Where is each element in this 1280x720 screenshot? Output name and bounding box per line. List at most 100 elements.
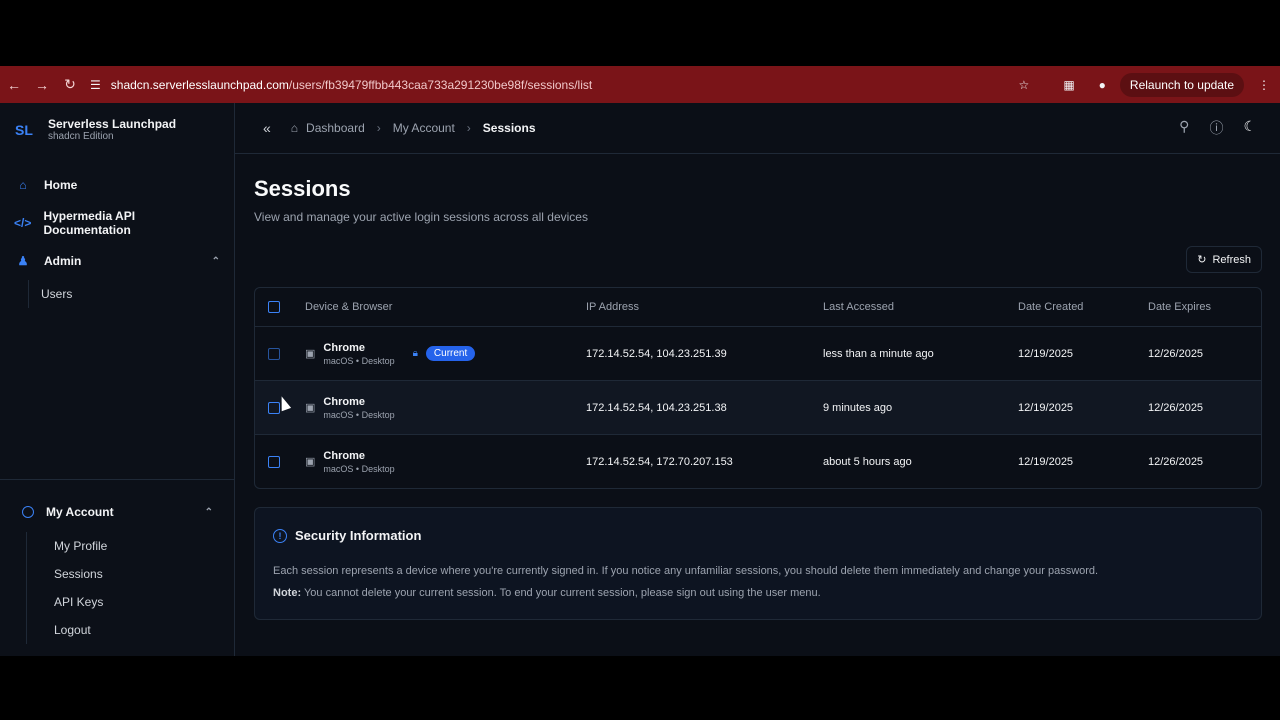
refresh-icon: ↻ bbox=[1197, 254, 1207, 266]
date-created: 12/19/2025 bbox=[1018, 347, 1074, 360]
device-info: macOS • Desktop bbox=[323, 463, 395, 474]
breadcrumb-account[interactable]: My Account bbox=[393, 121, 455, 135]
refresh-button[interactable]: ↻ Refresh bbox=[1186, 246, 1262, 273]
column-header: IP Address bbox=[586, 301, 639, 313]
monitor-icon: ▣ bbox=[305, 402, 316, 414]
sidebar-item-users[interactable]: Users bbox=[28, 280, 224, 308]
url-path: /users/fb39479ffbb443caa733a291230be98f/… bbox=[288, 77, 593, 92]
address-bar[interactable]: ☰ shadcn.serverlesslaunchpad.com/users/f… bbox=[90, 78, 1019, 92]
last-accessed: less than a minute ago bbox=[823, 347, 934, 360]
brand-subtitle: shadcn Edition bbox=[48, 131, 114, 142]
row-checkbox[interactable] bbox=[268, 455, 280, 468]
account-circle-icon bbox=[22, 506, 34, 518]
table-row[interactable]: ▣ Chrome macOS • Desktop 172.14.52.54, 1… bbox=[255, 434, 1261, 488]
sessions-table: Device & Browser IP Address Last Accesse… bbox=[254, 287, 1262, 489]
column-header: Date Created bbox=[1018, 301, 1084, 313]
brand-logo: SL bbox=[15, 121, 33, 138]
last-accessed: about 5 hours ago bbox=[823, 455, 912, 468]
app-window: SL Serverless Launchpad shadcn Edition ⌂… bbox=[0, 103, 1280, 656]
date-expires: 12/26/2025 bbox=[1148, 455, 1204, 468]
main-content: « ⌂ Dashboard › My Account › Sessions ⚲ … bbox=[235, 103, 1280, 656]
security-title: Security Information bbox=[295, 528, 422, 543]
search-icon[interactable]: ⚲ bbox=[1179, 118, 1189, 138]
breadcrumb-current: Sessions bbox=[482, 121, 536, 135]
bookmark-star-icon[interactable]: ☆ bbox=[1019, 78, 1030, 92]
date-created: 12/19/2025 bbox=[1018, 401, 1074, 414]
column-header: Date Expires bbox=[1148, 301, 1211, 313]
date-expires: 12/26/2025 bbox=[1148, 347, 1204, 360]
select-all-checkbox[interactable] bbox=[268, 301, 280, 313]
browser-name: Chrome bbox=[323, 395, 365, 408]
top-bar: « ⌂ Dashboard › My Account › Sessions ⚲ … bbox=[235, 103, 1280, 154]
sidebar-item-label: Home bbox=[44, 178, 78, 192]
sidebar-item-api-docs[interactable]: </> Hypermedia API Documentation bbox=[10, 204, 224, 242]
device-info: macOS • Desktop bbox=[323, 409, 395, 420]
sidebar-item-admin[interactable]: ♟ Admin ⌃ bbox=[10, 242, 224, 280]
account-item-profile[interactable]: My Profile bbox=[26, 532, 213, 560]
ip-address: 172.14.52.54, 104.23.251.39 bbox=[586, 347, 727, 360]
relaunch-button[interactable]: Relaunch to update bbox=[1119, 72, 1244, 97]
sidebar-item-label: Admin bbox=[44, 254, 82, 268]
home-icon: ⌂ bbox=[290, 121, 299, 135]
ip-address: 172.14.52.54, 104.23.251.38 bbox=[586, 401, 727, 414]
home-icon: ⌂ bbox=[19, 178, 27, 192]
current-badge: Current bbox=[425, 346, 476, 361]
date-created: 12/19/2025 bbox=[1018, 455, 1074, 468]
breadcrumb-separator: › bbox=[376, 121, 381, 135]
sidebar-item-label: Hypermedia API Documentation bbox=[43, 209, 136, 237]
browser-toolbar: ← → ↻ ☰ shadcn.serverlesslaunchpad.com/u… bbox=[0, 66, 1280, 103]
monitor-icon: ▣ bbox=[305, 348, 316, 360]
note-text: You cannot delete your current session. … bbox=[301, 587, 821, 599]
top-icons: ⚲ ⓘ ☾ bbox=[1179, 118, 1256, 138]
lock-icon: 🔒︎ bbox=[412, 348, 418, 359]
account-item-logout[interactable]: Logout bbox=[26, 616, 213, 644]
profile-avatar-icon[interactable]: ● bbox=[1099, 78, 1106, 92]
page-content: Sessions View and manage your active log… bbox=[235, 154, 1280, 620]
account-item-sessions[interactable]: Sessions bbox=[26, 560, 213, 588]
device-info: macOS • Desktop bbox=[323, 355, 395, 366]
account-menu: My Account ⌃ My Profile Sessions API Key… bbox=[0, 479, 235, 644]
chevron-up-icon: ⌃ bbox=[204, 506, 213, 518]
reload-icon[interactable]: ↻ bbox=[56, 71, 84, 99]
browser-menu-icon[interactable]: ⋮ bbox=[1258, 78, 1270, 92]
url-host: shadcn.serverlesslaunchpad.com bbox=[110, 77, 289, 92]
sidebar-nav: ⌂ Home </> Hypermedia API Documentation … bbox=[0, 166, 234, 308]
site-info-icon[interactable]: ☰ bbox=[90, 78, 101, 92]
collapse-sidebar-icon[interactable]: « bbox=[263, 120, 271, 136]
column-header: Device & Browser bbox=[305, 301, 393, 313]
security-note: Note: You cannot delete your current ses… bbox=[273, 587, 1243, 599]
help-icon[interactable]: ⓘ bbox=[1209, 118, 1223, 138]
brand-title: Serverless Launchpad bbox=[48, 117, 177, 131]
security-text: Each session represents a device where y… bbox=[273, 565, 1099, 577]
account-label: My Account bbox=[46, 505, 114, 519]
date-expires: 12/26/2025 bbox=[1148, 401, 1204, 414]
ip-address: 172.14.52.54, 172.70.207.153 bbox=[586, 455, 733, 468]
info-icon: ! bbox=[273, 528, 287, 543]
table-row[interactable]: ▣ Chrome macOS • Desktop 🔒︎ Current 172.… bbox=[255, 326, 1261, 380]
users-icon: ♟ bbox=[17, 254, 29, 268]
back-icon[interactable]: ← bbox=[0, 71, 28, 99]
refresh-label: Refresh bbox=[1212, 253, 1251, 266]
breadcrumb-separator: › bbox=[466, 121, 471, 135]
table-row[interactable]: ▣ Chrome macOS • Desktop 172.14.52.54, 1… bbox=[255, 380, 1261, 434]
security-info-panel: ! Security Information Each session repr… bbox=[254, 507, 1262, 620]
note-label: Note: bbox=[273, 587, 302, 599]
theme-toggle-icon[interactable]: ☾ bbox=[1243, 118, 1256, 138]
monitor-icon: ▣ bbox=[305, 456, 316, 468]
browser-name: Chrome bbox=[323, 341, 365, 354]
sidebar-item-home[interactable]: ⌂ Home bbox=[10, 166, 224, 204]
brand[interactable]: SL Serverless Launchpad shadcn Edition bbox=[0, 103, 234, 156]
chevron-up-icon[interactable]: ⌃ bbox=[212, 256, 220, 267]
breadcrumb-dashboard[interactable]: Dashboard bbox=[306, 121, 365, 135]
row-checkbox[interactable] bbox=[268, 347, 280, 360]
forward-icon[interactable]: → bbox=[28, 71, 56, 99]
table-header: Device & Browser IP Address Last Accesse… bbox=[255, 288, 1261, 326]
last-accessed: 9 minutes ago bbox=[823, 401, 893, 414]
breadcrumb: ⌂ Dashboard › My Account › Sessions bbox=[291, 121, 536, 135]
page-subtitle: View and manage your active login sessio… bbox=[254, 210, 588, 224]
tab-search-icon[interactable]: ▦ bbox=[1063, 78, 1074, 92]
sidebar: SL Serverless Launchpad shadcn Edition ⌂… bbox=[0, 103, 235, 656]
code-icon: </> bbox=[14, 216, 32, 230]
account-item-api-keys[interactable]: API Keys bbox=[26, 588, 213, 616]
account-menu-toggle[interactable]: My Account ⌃ bbox=[22, 492, 213, 532]
